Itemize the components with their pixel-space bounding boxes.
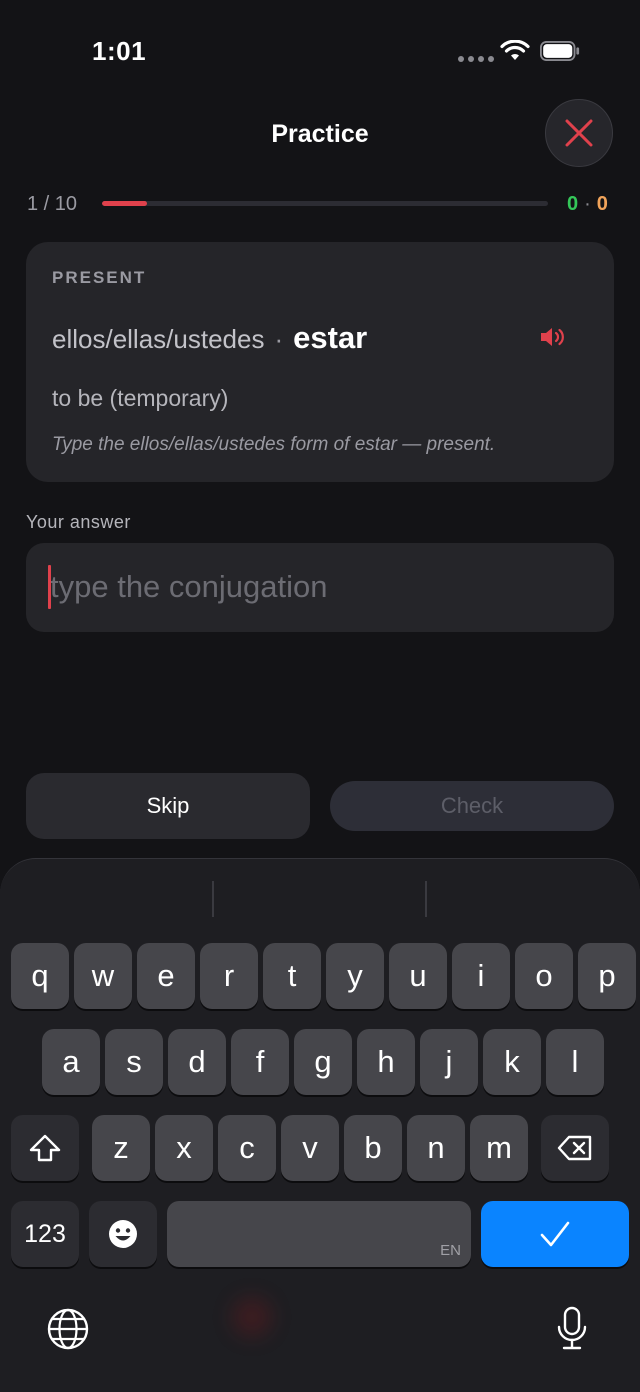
- shift-icon: [29, 1134, 61, 1162]
- tense-label: PRESENT: [52, 268, 147, 287]
- key-i[interactable]: i: [452, 943, 510, 1009]
- key-g[interactable]: g: [294, 1029, 352, 1095]
- keyboard: qwertyuiop asdfghjkl zxcvbnm 123 EN: [0, 858, 640, 1392]
- key-v[interactable]: v: [281, 1115, 339, 1181]
- emoji-icon: [109, 1220, 137, 1248]
- cellular-signal-icon: [458, 56, 494, 62]
- shift-key[interactable]: [11, 1115, 79, 1181]
- skip-button[interactable]: Skip: [26, 773, 310, 839]
- keyboard-row-4: 123 EN: [11, 1201, 629, 1267]
- key-l[interactable]: l: [546, 1029, 604, 1095]
- progress-bar-fill: [102, 201, 147, 206]
- key-k[interactable]: k: [483, 1029, 541, 1095]
- key-u[interactable]: u: [389, 943, 447, 1009]
- keyboard-background-glow: [232, 1297, 272, 1337]
- correct-count: 0: [567, 193, 579, 215]
- prompt-line: ellos/ellas/ustedes · estar: [52, 320, 367, 356]
- key-z[interactable]: z: [92, 1115, 150, 1181]
- emoji-key[interactable]: [89, 1201, 157, 1267]
- status-time: 1:01: [92, 36, 147, 66]
- key-h[interactable]: h: [357, 1029, 415, 1095]
- suggestion-divider: [212, 881, 214, 917]
- done-key[interactable]: [481, 1201, 629, 1267]
- key-x[interactable]: x: [155, 1115, 213, 1181]
- key-r[interactable]: r: [200, 943, 258, 1009]
- key-c[interactable]: c: [218, 1115, 276, 1181]
- key-e[interactable]: e: [137, 943, 195, 1009]
- key-s[interactable]: s: [105, 1029, 163, 1095]
- wifi-icon: [500, 40, 530, 60]
- key-p[interactable]: p: [578, 943, 636, 1009]
- delete-icon: [557, 1135, 592, 1161]
- microphone-icon[interactable]: [554, 1305, 590, 1353]
- key-y[interactable]: y: [326, 943, 384, 1009]
- key-m[interactable]: m: [470, 1115, 528, 1181]
- verb-meaning: to be (temporary): [52, 385, 229, 411]
- verb-label: estar: [293, 320, 368, 355]
- key-a[interactable]: a: [42, 1029, 100, 1095]
- close-icon: [565, 119, 593, 147]
- pronoun-label: ellos/ellas/ustedes: [52, 324, 265, 354]
- key-o[interactable]: o: [515, 943, 573, 1009]
- globe-icon[interactable]: [46, 1307, 90, 1351]
- progress-counter: 1 / 10: [27, 193, 78, 215]
- key-j[interactable]: j: [420, 1029, 478, 1095]
- keyboard-row-2: asdfghjkl: [42, 1029, 604, 1095]
- keyboard-language: EN: [440, 1242, 461, 1259]
- keyboard-row-1: qwertyuiop: [11, 943, 636, 1009]
- wrong-count: 0: [596, 193, 608, 215]
- key-d[interactable]: d: [168, 1029, 226, 1095]
- numbers-key[interactable]: 123: [11, 1201, 79, 1267]
- progress-bar: [102, 201, 548, 206]
- battery-icon: [540, 41, 580, 61]
- score-separator: ·: [584, 193, 591, 215]
- check-button[interactable]: Check: [330, 781, 614, 831]
- key-t[interactable]: t: [263, 943, 321, 1009]
- close-button[interactable]: [545, 99, 613, 167]
- key-n[interactable]: n: [407, 1115, 465, 1181]
- delete-key[interactable]: [541, 1115, 609, 1181]
- space-key[interactable]: EN: [167, 1201, 471, 1267]
- page-title: Practice: [271, 120, 369, 148]
- speaker-icon[interactable]: [538, 324, 568, 350]
- instruction-text: Type the ellos/ellas/ustedes form of est…: [52, 434, 496, 455]
- question-card: PRESENT ellos/ellas/ustedes · estar to be …: [26, 242, 614, 482]
- key-b[interactable]: b: [344, 1115, 402, 1181]
- checkmark-icon: [540, 1221, 570, 1247]
- key-w[interactable]: w: [74, 943, 132, 1009]
- answer-label: Your answer: [26, 512, 131, 532]
- text-caret: [48, 565, 51, 609]
- answer-input[interactable]: type the conjugation: [26, 543, 614, 632]
- key-f[interactable]: f: [231, 1029, 289, 1095]
- key-q[interactable]: q: [11, 943, 69, 1009]
- answer-placeholder: type the conjugation: [50, 569, 328, 604]
- score-display: 0 · 0: [567, 193, 608, 216]
- keyboard-row-3: zxcvbnm: [11, 1115, 609, 1181]
- suggestion-divider: [425, 881, 427, 917]
- prompt-separator: ·: [274, 324, 284, 354]
